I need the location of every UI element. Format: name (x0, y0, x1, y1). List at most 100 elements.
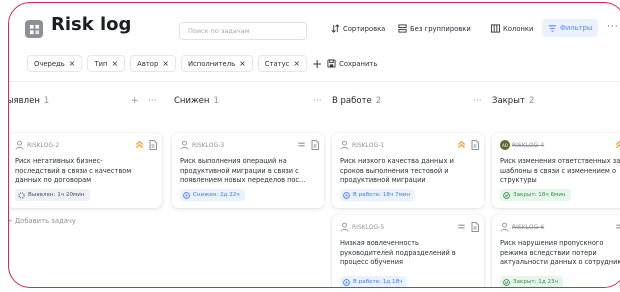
status-text: В работе: 1д 18ч (353, 279, 403, 285)
priority-high-icon (457, 140, 466, 149)
task-key: RISKLOG-6 (512, 224, 545, 231)
filter-chip-type[interactable]: Тип × (87, 55, 126, 72)
grouping-button[interactable]: Без группировки (398, 24, 471, 33)
task-card[interactable]: RISKLOG-3 Риск выполнения операций на пр… (172, 133, 324, 208)
status-text: Закрыт: 18ч 6мин (513, 192, 566, 198)
task-summary: Риск низкого качества данных и сроков вы… (340, 157, 454, 186)
summary-line: руководителей подразделений в (340, 248, 456, 257)
add-filter-button[interactable]: + (312, 58, 322, 70)
column-count: 2 (375, 96, 382, 106)
task-card[interactable]: RISKLOG-1 Риск низкого качества данных и… (332, 133, 484, 208)
remove-icon[interactable]: × (162, 59, 169, 68)
summary-line: продуктивной миграции (340, 176, 426, 185)
task-key: RISKLOG-2 (27, 142, 60, 149)
document-icon (311, 140, 319, 150)
status-play-icon (343, 278, 350, 286)
column-count: 1 (213, 96, 219, 106)
document-icon (471, 222, 479, 232)
column-more-button[interactable]: ··· (313, 96, 322, 106)
task-key: RISKLOG-4 (512, 142, 545, 149)
status-text: В работе: 18ч 7мин (353, 192, 411, 198)
sort-button[interactable]: Сортировка (331, 24, 385, 33)
column-header-identified: Выявлен1 (9, 96, 50, 106)
user-icon (15, 140, 24, 150)
task-summary: Риск выполнения операций на продуктивной… (180, 157, 305, 186)
summary-line: актуальности данных о сотрудник (500, 258, 620, 267)
remove-icon[interactable]: × (69, 59, 76, 68)
column-more-button[interactable]: ··· (148, 96, 157, 106)
status-badge: Снижен: 2д 22ч (180, 189, 245, 201)
priority-normal-icon (458, 224, 465, 229)
priority-high-icon (615, 140, 620, 149)
column-more-button[interactable]: ··· (473, 96, 482, 106)
column-title: Снижен (174, 96, 210, 106)
column-header-in-progress: В работе 2 (332, 96, 381, 106)
remove-icon[interactable]: × (239, 59, 246, 68)
priority-normal-icon (298, 142, 305, 147)
page-title: Risk log (51, 14, 132, 35)
summary-line: структуры (500, 176, 537, 185)
summary-line: Риск выполнения операций на (180, 157, 287, 165)
remove-icon[interactable]: × (111, 59, 118, 68)
summary-line: режима вследствии потери (500, 248, 597, 257)
summary-line: данных по договорам (15, 176, 92, 185)
filter-chip-label: Исполнитель (187, 59, 236, 68)
task-key: RISKLOG-5 (352, 224, 385, 231)
task-summary: Низкая вовлеченность руководителей подра… (340, 239, 456, 268)
summary-line: процесс обучения (340, 258, 403, 267)
add-task-link[interactable]: + Добавить задачу (9, 217, 76, 225)
avatar: АО (500, 140, 510, 150)
filter-icon (548, 24, 557, 32)
filters-button[interactable]: Фильтры (542, 19, 599, 37)
summary-line: Риск низкого качества данных и (340, 157, 454, 165)
task-card[interactable]: RISKLOG-2 Риск негативных бизнес- послед… (9, 133, 162, 208)
more-menu-button[interactable]: ··· (607, 22, 619, 32)
task-summary: Риск изменения ответственных за шаблоны … (500, 157, 620, 186)
user-icon (340, 140, 349, 150)
filter-chip-author[interactable]: Автор × (130, 55, 176, 72)
filter-chip-label: Очередь (34, 59, 65, 68)
summary-line: сроков выполнения тестовой и (340, 166, 449, 175)
filter-chip-label: Автор (137, 59, 159, 68)
save-filter-button[interactable]: Сохранить (327, 59, 377, 68)
columns-button[interactable]: Колонки (491, 24, 533, 33)
task-card[interactable]: RISKLOG-6 Риск нарушения пропускного реж… (492, 215, 620, 287)
summary-line: Низкая вовлеченность (340, 239, 419, 247)
task-key: RISKLOG-3 (192, 142, 225, 149)
grouping-icon (398, 24, 407, 33)
summary-line: шаблоны в связи с изменением о (500, 166, 617, 175)
filter-chip-status[interactable]: Статус × (257, 55, 308, 72)
task-summary: Риск нарушения пропускного режима вследс… (500, 239, 620, 268)
remove-icon[interactable]: × (293, 59, 300, 68)
filter-chip-label: Тип (94, 59, 108, 68)
search-input[interactable]: Поиск по задачам (179, 22, 307, 40)
user-icon (180, 140, 189, 150)
status-badge: Закрыт: 1д 23ч (500, 276, 563, 287)
columns-label: Колонки (503, 24, 534, 33)
task-card[interactable]: RISKLOG-5 Низкая вовлеченность руководит… (332, 215, 484, 287)
user-icon (500, 222, 509, 232)
filter-chip-assignee[interactable]: Исполнитель × (180, 55, 253, 72)
save-label: Сохранить (339, 59, 378, 68)
summary-line: Риск изменения ответственных за (500, 157, 620, 165)
summary-line: продуктивной миграции в связи с (180, 166, 299, 175)
column-title: В работе (332, 96, 372, 106)
document-icon (471, 140, 479, 150)
add-card-button[interactable]: + (131, 96, 139, 106)
status-play-icon (343, 191, 350, 199)
task-summary: Риск негативных бизнес- последствий в св… (15, 157, 131, 186)
filter-chip-label: Статус (264, 59, 290, 68)
columns-icon (491, 24, 500, 33)
filters-label: Фильтры (560, 24, 593, 32)
toolbar-divider (9, 81, 620, 82)
priority-high-icon (135, 140, 144, 149)
summary-line: Риск негативных бизнес- (15, 157, 103, 165)
status-open-icon (18, 191, 25, 199)
task-card[interactable]: АО RISKLOG-4 Риск изменения ответственны… (492, 133, 620, 208)
status-badge: Закрыт: 18ч 6мин (500, 189, 571, 201)
column-count: 1 (43, 96, 50, 106)
filter-chip-queue[interactable]: Очередь × (27, 55, 83, 72)
summary-line: появлением новых переделов пос... (180, 176, 306, 185)
status-done-icon (503, 278, 510, 286)
task-key: RISKLOG-1 (352, 142, 385, 149)
